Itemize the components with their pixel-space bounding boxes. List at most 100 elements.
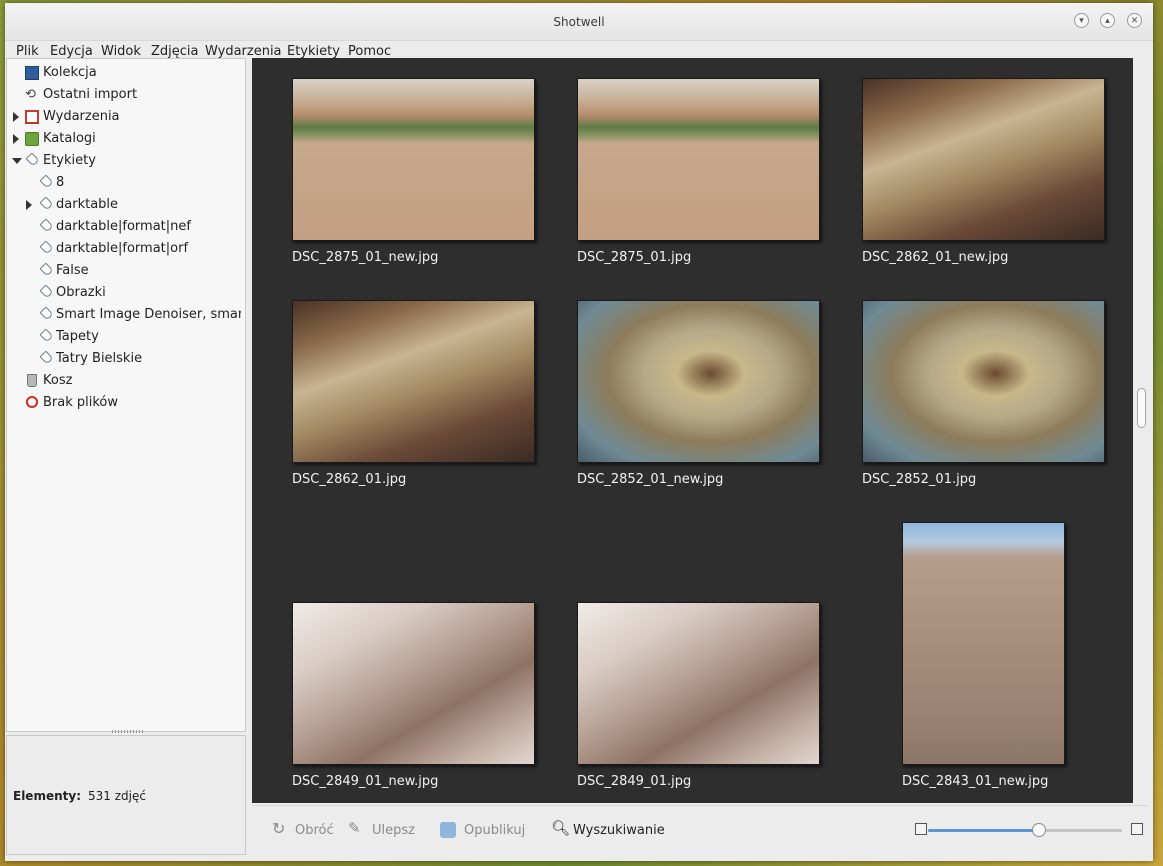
events-icon [25,110,39,124]
tag-item[interactable]: Smart Image Denoiser, smartim [11,306,241,326]
tags-icon [25,152,40,167]
photo-filename: DSC_2849_01_new.jpg [292,774,439,789]
sidebar-item-label: Wydarzenia [43,109,120,124]
tag-icon [39,306,54,321]
menu-etykiety[interactable]: Etykiety [287,44,340,59]
sidebar-item-label: Katalogi [43,131,96,146]
tag-icon [39,350,54,365]
tag-item[interactable]: darktable [11,196,241,216]
tag-item[interactable]: 8 [11,174,241,194]
sidebar-stats-panel: Elementy: 531 zdjęć [6,735,246,855]
menu-pomoc[interactable]: Pomoc [348,44,391,59]
sidebar-item-label: Kolekcja [43,65,97,80]
tag-icon [39,262,54,277]
sidebar-item-etykiety[interactable]: Etykiety [11,152,241,172]
sidebar-item-katalogi[interactable]: Katalogi [11,130,241,150]
tag-icon [39,284,54,299]
expander-arrow-icon[interactable] [13,112,19,122]
close-button[interactable]: ✕ [1127,13,1142,28]
publish-icon [440,822,456,838]
tag-label: Tatry Bielskie [56,351,143,366]
photo-image[interactable] [902,522,1065,765]
tag-icon [39,196,54,211]
zoom-slider-knob[interactable] [1031,823,1046,837]
tag-label: darktable|format|orf [56,241,189,256]
tag-label: Tapety [56,329,99,344]
collection-icon [25,66,39,80]
tag-item[interactable]: False [11,262,241,282]
publish-button[interactable]: Opublikuj [464,823,525,838]
tag-label: darktable [56,197,119,212]
recent-import-icon: ⟲ [25,87,36,102]
expander-arrow-icon[interactable] [26,200,32,210]
scrollbar-thumb[interactable] [1137,388,1146,428]
photo-filename: DSC_2852_01_new.jpg [577,472,724,487]
tag-item[interactable]: Tapety [11,328,241,348]
menu-edycja[interactable]: Edycja [50,44,93,59]
sidebar-item-kolekcja[interactable]: Kolekcja [11,64,241,84]
tag-icon [39,218,54,233]
window-title: Shotwell [553,15,605,29]
expander-arrow-icon[interactable] [13,134,19,144]
photo-filename: DSC_2862_01_new.jpg [862,250,1009,265]
tag-item[interactable]: darktable|format|orf [11,240,241,260]
tag-item[interactable]: darktable|format|nef [11,218,241,238]
stats-value: 531 zdjęć [88,789,146,803]
rotate-button[interactable]: Obróć [295,823,334,838]
photo-filename: DSC_2875_01_new.jpg [292,250,439,265]
menu-plik[interactable]: Plik [16,44,39,59]
zoom-in-icon[interactable] [1131,823,1143,835]
photo-grid: DSC_2875_01_new.jpg DSC_2875_01.jpg DSC_28… [252,58,1133,803]
sidebar-item-wydarzenia[interactable]: Wydarzenia [11,108,241,128]
zoom-slider-fill [928,829,1039,832]
vertical-scrollbar[interactable] [1135,58,1148,803]
photo-image[interactable] [862,78,1105,241]
title-bar: Shotwell ▾ ▴ ✕ [5,3,1153,41]
photo-image[interactable] [292,300,535,463]
sidebar-item-ostatni-import[interactable]: ⟲ Ostatni import [11,86,241,106]
sidebar-item-label: Etykiety [43,153,96,168]
photo-filename: DSC_2849_01.jpg [577,774,692,789]
zoom-out-icon[interactable] [915,823,927,835]
rotate-icon: ↻ [272,819,286,838]
search-icon: 🔍︎ [551,819,571,837]
tag-icon [39,328,54,343]
tag-label: darktable|format|nef [56,219,191,234]
missing-files-icon [26,396,38,408]
photo-filename: DSC_2875_01.jpg [577,250,692,265]
photo-image[interactable] [577,78,820,241]
photo-image[interactable] [862,300,1105,463]
sidebar-item-label: Kosz [43,373,73,388]
minimize-button[interactable]: ▾ [1074,13,1089,28]
sidebar: Kolekcja ⟲ Ostatni import Wydarzenia Kat… [6,58,246,732]
sidebar-resize-handle[interactable] [112,730,144,733]
photo-image[interactable] [292,602,535,765]
menu-zdjecia[interactable]: Zdjęcia [151,44,199,59]
bottom-toolbar: ↻ Obróć ✎ Ulepsz Opublikuj 🔍︎ Wyszukiwan… [252,805,1148,858]
enhance-button[interactable]: Ulepsz [372,823,415,838]
tag-item[interactable]: Obrazki [11,284,241,304]
photo-filename: DSC_2862_01.jpg [292,472,407,487]
menu-wydarzenia[interactable]: Wydarzenia [205,44,282,59]
sidebar-item-kosz[interactable]: Kosz [11,372,241,392]
tag-icon [39,174,54,189]
tag-label: 8 [56,175,65,190]
menu-widok[interactable]: Widok [101,44,141,59]
stats-label: Elementy: [13,789,81,803]
photo-image[interactable] [292,78,535,241]
enhance-icon: ✎ [348,819,361,837]
tag-icon [39,240,54,255]
photo-filename: DSC_2852_01.jpg [862,472,977,487]
photo-image[interactable] [577,300,820,463]
folder-icon [25,132,39,146]
tag-label: Smart Image Denoiser, smartim [56,307,241,322]
maximize-button[interactable]: ▴ [1100,13,1115,28]
tag-item[interactable]: Tatry Bielskie [11,350,241,370]
tag-label: False [56,263,89,278]
expander-arrow-icon[interactable] [12,158,22,164]
sidebar-item-label: Brak plików [43,395,119,410]
sidebar-item-brak-plikow[interactable]: Brak plików [11,394,241,414]
photo-image[interactable] [577,602,820,765]
search-button[interactable]: Wyszukiwanie [573,823,665,838]
zoom-slider[interactable] [928,823,1122,837]
